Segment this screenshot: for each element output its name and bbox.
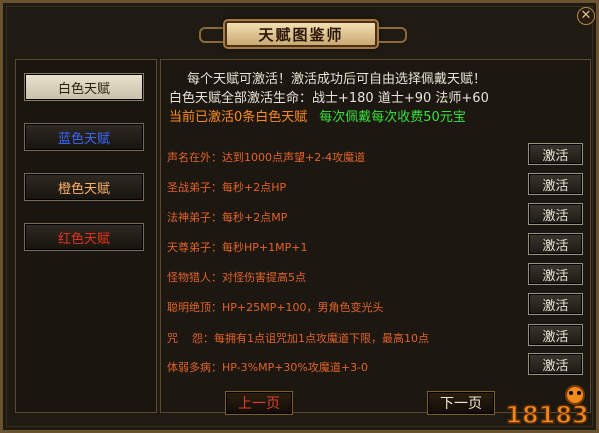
- talent-name: 法神弟子：: [167, 211, 222, 224]
- talent-desc: 每秒+2点HP: [222, 181, 287, 194]
- talent-name: 咒 怨：: [167, 332, 214, 345]
- tab-red-talent[interactable]: 红色天赋: [24, 223, 144, 251]
- talent-row: 圣战弟子：每秒+2点HP: [167, 179, 286, 195]
- talent-name: 天尊弟子：: [167, 241, 222, 254]
- activate-button[interactable]: 激活: [528, 263, 583, 285]
- talent-row: 法神弟子：每秒+2点MP: [167, 209, 287, 225]
- watermark-logo: 18183: [505, 385, 590, 429]
- title-ornament-left: [199, 27, 227, 43]
- tab-blue-talent[interactable]: 蓝色天赋: [24, 123, 144, 151]
- talent-desc: 每秒+2点MP: [222, 211, 288, 224]
- activate-button[interactable]: 激活: [528, 324, 583, 346]
- talent-desc: HP+25MP+100，男角色变光头: [222, 301, 384, 314]
- prev-page-button[interactable]: 上一页: [225, 391, 293, 415]
- activated-count: 当前已激活0条白色天赋: [169, 110, 308, 125]
- talent-category-sidebar: 白色天赋 蓝色天赋 橙色天赋 红色天赋: [15, 59, 157, 413]
- title-ornament-right: [379, 27, 407, 43]
- talent-name: 怪物猎人：: [167, 271, 222, 284]
- talent-desc: 每拥有1点诅咒加1点攻魔道下限，最高10点: [214, 332, 429, 345]
- tab-label: 白色天赋: [57, 81, 110, 97]
- talent-name: 圣战弟子：: [167, 181, 222, 194]
- tab-orange-talent[interactable]: 橙色天赋: [24, 173, 144, 201]
- next-page-button[interactable]: 下一页: [427, 391, 495, 415]
- activate-button[interactable]: 激活: [528, 203, 583, 225]
- activate-button[interactable]: 激活: [528, 353, 583, 375]
- talent-row: 天尊弟子：每秒HP+1MP+1: [167, 239, 307, 255]
- intro-line: 每个天赋可激活！激活成功后可自由选择佩戴天赋！: [187, 72, 487, 87]
- activate-button[interactable]: 激活: [528, 173, 583, 195]
- talent-desc: 达到1000点声望+2-4攻魔道: [222, 151, 366, 164]
- talent-name: 体弱多病：: [167, 361, 222, 374]
- talent-desc: 每秒HP+1MP+1: [222, 241, 308, 254]
- talent-desc: 对怪伤害提高5点: [222, 271, 306, 284]
- window-title: 天赋图鉴师: [225, 21, 377, 47]
- tab-label: 橙色天赋: [57, 181, 110, 197]
- talent-list-panel: 每个天赋可激活！激活成功后可自由选择佩戴天赋！ 白色天赋全部激活生命：战士+18…: [160, 59, 591, 413]
- tab-white-talent[interactable]: 白色天赋: [24, 73, 144, 101]
- close-icon[interactable]: ✕: [577, 7, 595, 25]
- talent-row: 聪明绝顶：HP+25MP+100，男角色变光头: [167, 299, 383, 315]
- talent-row: 声名在外：达到1000点声望+2-4攻魔道: [167, 149, 365, 165]
- white-talent-bonus: 白色天赋全部激活生命：战士+180 道士+90 法师+60: [169, 91, 489, 106]
- talent-row: 怪物猎人：对怪伤害提高5点: [167, 269, 306, 285]
- activation-status: 当前已激活0条白色天赋 每次佩戴每次收费50元宝: [169, 106, 466, 125]
- wear-fee: 每次佩戴每次收费50元宝: [319, 110, 466, 125]
- talent-name: 聪明绝顶：: [167, 301, 222, 314]
- activate-button[interactable]: 激活: [528, 293, 583, 315]
- talent-desc: HP-3%MP+30%攻魔道+3-0: [222, 361, 369, 374]
- activate-button[interactable]: 激活: [528, 233, 583, 255]
- tab-label: 红色天赋: [57, 231, 110, 247]
- talent-row: 体弱多病：HP-3%MP+30%攻魔道+3-0: [167, 359, 368, 375]
- talent-row: 咒 怨：每拥有1点诅咒加1点攻魔道下限，最高10点: [167, 330, 429, 346]
- activate-button[interactable]: 激活: [528, 143, 583, 165]
- tab-label: 蓝色天赋: [57, 131, 110, 147]
- talent-guide-window: 天赋图鉴师 ✕ 白色天赋 蓝色天赋 橙色天赋 红色天赋 每个天赋可激活！激活成功…: [0, 0, 599, 433]
- talent-name: 声名在外：: [167, 151, 222, 164]
- watermark-text: 18183: [505, 401, 589, 429]
